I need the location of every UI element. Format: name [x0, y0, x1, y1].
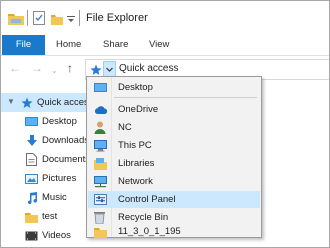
nav-item-label: Pictures	[42, 173, 77, 184]
back-arrow-icon[interactable]: ←	[9, 61, 21, 75]
tab-file[interactable]: File	[2, 35, 45, 55]
menu-item-label: Recycle Bin	[118, 212, 169, 223]
menu-item-desktop[interactable]: Desktop	[88, 79, 260, 96]
nav-item-label: Videos	[42, 230, 71, 241]
menu-item-label: This PC	[118, 140, 152, 151]
ribbon-tabs: File Home Share View	[1, 35, 329, 56]
properties-icon[interactable]	[33, 11, 45, 25]
menu-item-label: Network	[118, 176, 153, 187]
title-bar: File Explorer	[1, 1, 329, 35]
folder-app-icon	[8, 11, 24, 25]
menu-item-label: OneDrive	[118, 104, 159, 115]
file-explorer-window: File Explorer File Home Share View ← → ⌄…	[0, 0, 330, 248]
menu-item-label: Libraries	[118, 158, 155, 169]
menu-divider	[114, 97, 257, 98]
folder-icon	[94, 225, 107, 243]
menu-item-control-panel[interactable]: Control Panel	[88, 191, 260, 208]
nav-item-desktop[interactable]: Desktop	[1, 112, 91, 131]
menu-item-recycle-bin[interactable]: Recycle Bin	[88, 209, 260, 226]
menu-item-11-3-0-1-195[interactable]: 11_3_0_1_195	[88, 226, 260, 238]
nav-item-label: Music	[42, 192, 67, 203]
nav-item-label: test	[42, 211, 58, 222]
up-arrow-icon[interactable]: ↑	[67, 61, 73, 75]
menu-item-onedrive[interactable]: OneDrive	[88, 101, 260, 118]
menu-item-label: Desktop	[118, 82, 153, 93]
nav-item-label: Downloads	[42, 135, 89, 146]
collapse-arrow-icon[interactable]: ▼	[7, 97, 15, 106]
desktop-icon	[94, 81, 107, 99]
nav-item-label: Desktop	[42, 116, 77, 127]
tab-home[interactable]: Home	[56, 35, 81, 55]
nav-item-documents[interactable]: Documents	[1, 150, 91, 169]
menu-item-nc[interactable]: NC	[88, 119, 260, 136]
nav-item-videos[interactable]: Videos	[1, 226, 91, 245]
address-dropdown-menu: Desktop OneDrive NC This PC Libraries Ne…	[86, 76, 262, 238]
tab-share[interactable]: Share	[103, 35, 128, 55]
menu-item-libraries[interactable]: Libraries	[88, 155, 260, 172]
address-path: Quick access	[119, 63, 179, 74]
menu-item-this-pc[interactable]: This PC	[88, 137, 260, 154]
menu-item-network[interactable]: Network	[88, 173, 260, 190]
nav-item-pictures[interactable]: Pictures	[1, 169, 91, 188]
navigation-pane: ▼ Quick access Desktop Downloads Documen…	[1, 91, 94, 247]
nav-item-downloads[interactable]: Downloads	[1, 131, 91, 150]
tab-view[interactable]: View	[149, 35, 169, 55]
menu-item-label: Control Panel	[118, 194, 176, 205]
nav-item-label: Documents	[42, 154, 91, 165]
nav-item-test[interactable]: test	[1, 207, 91, 226]
title-separator	[79, 10, 80, 26]
menu-item-label: 11_3_0_1_195	[118, 226, 181, 237]
nav-item-quick-access[interactable]: ▼ Quick access	[1, 93, 94, 112]
menu-item-label: NC	[118, 122, 132, 133]
videos-icon	[25, 229, 38, 247]
customize-toolbar-icon[interactable]	[67, 11, 75, 25]
forward-arrow-icon[interactable]: →	[31, 61, 43, 75]
window-title: File Explorer	[86, 12, 148, 24]
new-folder-icon[interactable]	[51, 11, 63, 25]
nav-item-music[interactable]: Music	[1, 188, 91, 207]
title-separator	[27, 10, 28, 26]
recent-locations-chevron-icon[interactable]: ⌄	[51, 64, 58, 78]
